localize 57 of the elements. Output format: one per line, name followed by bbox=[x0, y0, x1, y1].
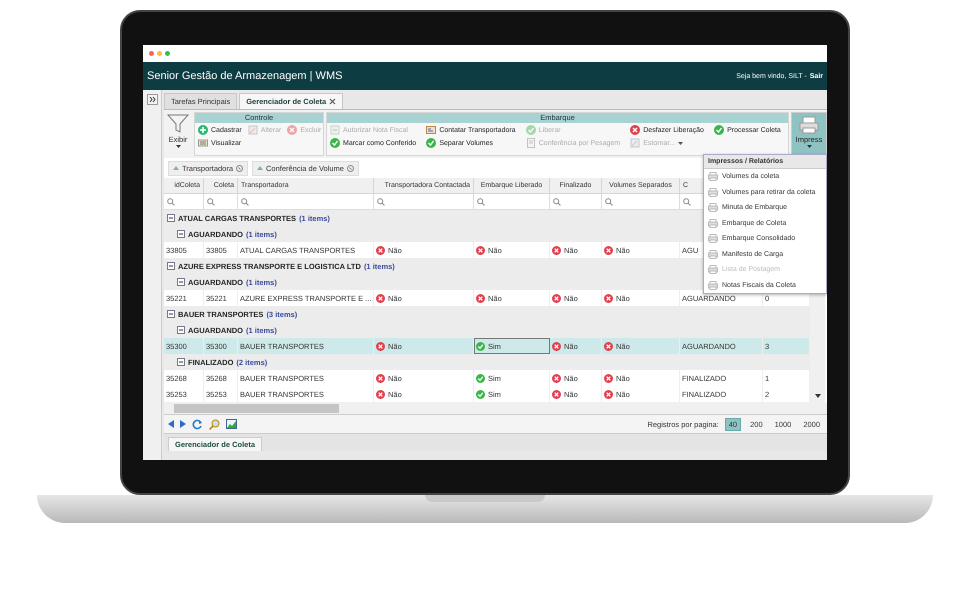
printer-icon bbox=[708, 203, 718, 212]
expand-icon[interactable] bbox=[146, 94, 158, 105]
printer-icon bbox=[708, 250, 718, 259]
search-icon bbox=[207, 198, 215, 206]
add-icon bbox=[198, 125, 208, 135]
remove-icon[interactable] bbox=[346, 164, 354, 172]
collapse-icon[interactable] bbox=[167, 262, 175, 270]
search-icon bbox=[241, 198, 249, 206]
printer-icon bbox=[708, 218, 718, 228]
collapse-icon[interactable] bbox=[177, 358, 185, 366]
list-icon bbox=[198, 138, 208, 148]
printer-icon bbox=[708, 265, 718, 274]
check-icon bbox=[330, 138, 340, 148]
search-icon bbox=[683, 198, 691, 206]
search-icon bbox=[553, 198, 561, 206]
printer-icon bbox=[799, 116, 819, 134]
search-icon[interactable] bbox=[209, 418, 220, 430]
check-icon bbox=[714, 125, 724, 135]
app-title: Senior Gestão de Armazenagem | WMS bbox=[147, 70, 344, 82]
close-icon[interactable] bbox=[329, 98, 336, 105]
check-icon bbox=[426, 138, 436, 148]
collapse-icon[interactable] bbox=[177, 278, 185, 286]
cross-icon bbox=[287, 125, 298, 135]
previous-icon[interactable] bbox=[168, 420, 174, 428]
collapse-icon[interactable] bbox=[177, 230, 185, 238]
search-icon bbox=[605, 198, 613, 206]
remove-icon[interactable] bbox=[236, 164, 243, 172]
window-dot[interactable] bbox=[157, 51, 162, 56]
caret-icon bbox=[176, 145, 180, 148]
collapse-icon[interactable] bbox=[167, 214, 175, 222]
scroll-down-icon[interactable] bbox=[814, 394, 820, 398]
window-dot[interactable] bbox=[149, 51, 154, 56]
search-icon bbox=[477, 198, 485, 206]
card-icon bbox=[426, 125, 436, 135]
document-icon bbox=[330, 125, 340, 135]
cross-icon bbox=[630, 125, 640, 135]
window-dot[interactable] bbox=[165, 51, 170, 56]
collapse-icon[interactable] bbox=[167, 310, 175, 318]
next-icon[interactable] bbox=[180, 420, 186, 428]
sort-icon bbox=[257, 166, 263, 170]
document-icon bbox=[526, 138, 536, 148]
search-icon bbox=[377, 198, 385, 206]
caret-icon bbox=[806, 145, 812, 148]
filter-icon bbox=[167, 114, 189, 134]
horizontal-scrollbar[interactable] bbox=[164, 402, 827, 414]
chart-icon[interactable] bbox=[226, 419, 237, 429]
check-icon bbox=[526, 125, 536, 135]
collapse-icon[interactable] bbox=[177, 326, 185, 334]
edit-icon bbox=[248, 125, 258, 135]
printer-icon bbox=[708, 280, 718, 290]
printer-icon bbox=[708, 188, 718, 197]
search-icon bbox=[167, 198, 175, 206]
refresh-icon[interactable] bbox=[192, 418, 203, 430]
sort-icon bbox=[173, 166, 179, 170]
printer-icon bbox=[708, 234, 718, 244]
printer-icon bbox=[708, 172, 718, 182]
edit-icon bbox=[630, 138, 640, 148]
